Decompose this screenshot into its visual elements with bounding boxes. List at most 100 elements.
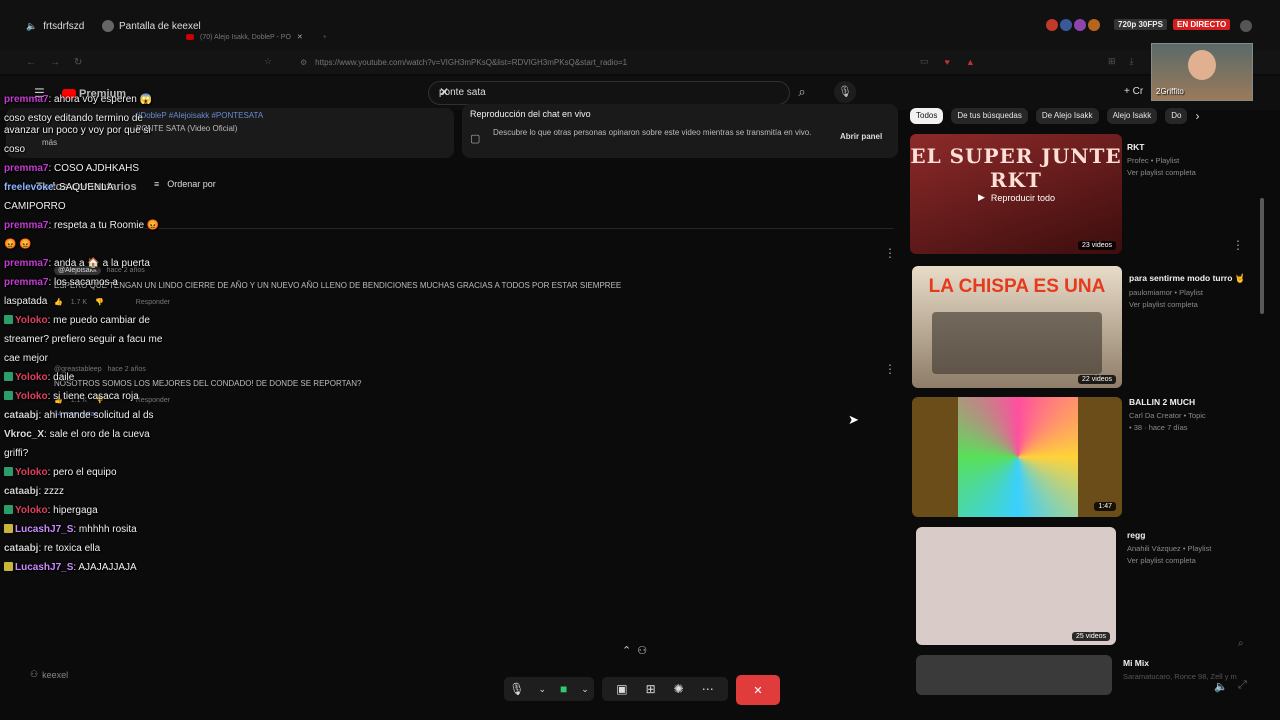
chip-alejo-isakk[interactable]: Alejo Isakk [1106, 108, 1158, 124]
chip-from-searches[interactable]: De tus búsquedas [951, 108, 1028, 124]
close-tab-icon[interactable]: ✕ [297, 33, 303, 41]
chat-icon: ▢ [470, 133, 481, 145]
download-icon[interactable]: ⤓ [1130, 56, 1134, 67]
warning-icon[interactable]: ▲ [966, 57, 975, 67]
video-thumbnail[interactable]: 1:47 [912, 397, 1122, 517]
chip-more[interactable]: Do [1165, 108, 1188, 124]
chat-username[interactable]: premma7 [4, 163, 48, 174]
playlist-title[interactable]: regg [1127, 530, 1267, 540]
mix-title[interactable]: Mi Mix [1123, 658, 1263, 668]
browser-actions: ⊞ ⤓ [1108, 56, 1134, 67]
playlist-info: regg Anahili Vázquez • Playlist Ver play… [1127, 530, 1267, 567]
fullscreen-icon[interactable]: ⤢ [1238, 679, 1247, 692]
chat-username[interactable]: LucashJ7_S [15, 524, 73, 535]
chat-username[interactable]: Yoloko [15, 315, 48, 326]
extensions-puzzle-icon[interactable]: ⊞ [1108, 56, 1116, 67]
video-count: 23 videos [1078, 241, 1116, 250]
chip-from-alejo-isakk[interactable]: De Alejo Isakk [1035, 108, 1099, 124]
toolbar-toggle[interactable]: ⌃ ⚇ [622, 644, 647, 657]
chat-message: laspatada [4, 296, 174, 308]
playlist-title[interactable]: RKT [1127, 142, 1267, 152]
share-controls: ▣ ⊞ ✺ ⋯ [602, 677, 728, 701]
back-icon[interactable]: ← [26, 57, 36, 68]
chevron-right-icon[interactable]: › [1195, 109, 1199, 123]
playlist-thumbnail[interactable]: 25 videos [916, 527, 1116, 645]
activities-icon[interactable]: ⊞ [646, 682, 656, 696]
search-button[interactable]: ⌕ [788, 81, 816, 103]
cast-icon[interactable]: ▭ [920, 56, 929, 67]
chat-text: : hipergaga [47, 505, 98, 516]
chip-all[interactable]: Todos [910, 108, 944, 124]
chat-text: : respeta a tu Roomie 😡 [48, 220, 160, 231]
user-icon: ⚇ [30, 669, 39, 679]
chat-username[interactable]: cataabj [4, 543, 38, 554]
mouse-cursor-icon: ➤ [848, 412, 859, 427]
new-tab-icon[interactable]: + [323, 34, 327, 41]
comment-item: @greastableep hace 2 años NOSOTROS SOMOS… [54, 366, 874, 418]
more-options-icon[interactable]: ⋮ [1232, 238, 1244, 252]
view-full-playlist[interactable]: Ver playlist completa [1127, 555, 1267, 567]
microphone-icon[interactable]: 🎙 [509, 682, 524, 696]
chat-username[interactable]: Yoloko [15, 372, 48, 383]
open-panel-button[interactable]: Abrir panel [840, 132, 882, 141]
chat-username[interactable]: Vkroc_X [4, 429, 44, 440]
scrollbar[interactable] [1260, 198, 1264, 314]
playlist-thumbnail[interactable]: EL SUPER JUNTE RKT ▶ Reproducir todo 23 … [910, 134, 1122, 254]
chat-username[interactable]: freelevoke [4, 182, 53, 193]
chat-username[interactable]: premma7 [4, 94, 48, 105]
chat-username[interactable]: Yoloko [15, 391, 48, 402]
chat-username[interactable]: cataabj [4, 410, 38, 421]
chat-username[interactable]: premma7 [4, 220, 48, 231]
browser-tab[interactable]: (70) Alejo Isakk, DobleP - PO ✕ + [186, 31, 327, 43]
chat-message: premma7: ahora voy esperen 😱 [4, 94, 174, 106]
soundboard-icon[interactable]: ✺ [674, 682, 684, 696]
view-full-playlist[interactable]: Ver playlist completa [1129, 299, 1269, 311]
bookmark-icon[interactable]: ☆ [264, 56, 272, 67]
comment-text: NOSOTROS SOMOS LOS MEJORES DEL CONDADO! … [54, 379, 362, 388]
create-button[interactable]: + Cr [1124, 86, 1143, 97]
view-full-playlist[interactable]: Ver playlist completa [1127, 167, 1267, 179]
settings-icon[interactable] [1240, 20, 1252, 32]
chevron-down-icon[interactable]: ⌄ [581, 684, 589, 695]
chat-username[interactable]: Yoloko [15, 467, 48, 478]
screen-share-icon[interactable]: ▣ [616, 682, 627, 696]
chat-username[interactable]: premma7 [4, 258, 48, 269]
comment-menu-icon[interactable]: ⋮ [884, 246, 896, 260]
zoom-icon[interactable]: ⌕ [1238, 638, 1244, 649]
clear-search-icon[interactable]: ✕ [439, 85, 777, 99]
chat-message: premma7: respeta a tu Roomie 😡 [4, 220, 174, 232]
chat-username[interactable]: premma7 [4, 277, 48, 288]
comment-menu-icon[interactable]: ⋮ [884, 362, 896, 376]
participants-icon[interactable]: ⚇ [637, 644, 647, 657]
voice-search-button[interactable]: 🎙 [834, 81, 856, 103]
chat-text: coso estoy editando termino de avanzar u… [4, 113, 151, 136]
playlist-thumbnail[interactable]: LA CHISPA ES UNA 22 videos [912, 266, 1122, 388]
chevron-up-icon[interactable]: ⌃ [622, 644, 631, 657]
chat-text: : pero el equipo [47, 467, 117, 478]
webcam-overlay: 2Griffito [1151, 43, 1253, 101]
chat-text: : daile [47, 372, 75, 383]
reload-icon[interactable]: ↻ [74, 57, 82, 68]
replies-toggle[interactable]: 34 respuestas [54, 411, 874, 418]
extension-icon[interactable]: ♥ [945, 57, 950, 67]
chat-message: premma7: COSO AJDHKAHS [4, 163, 174, 175]
chat-username[interactable]: cataabj [4, 486, 38, 497]
chat-text: : zzzz [38, 486, 65, 497]
chat-username[interactable]: LucashJ7_S [15, 562, 73, 573]
address-bar[interactable]: ⚙ https://www.youtube.com/watch?v=VIGH3m… [300, 55, 920, 69]
chat-badge-icon [4, 315, 13, 324]
more-options-icon[interactable]: ⋯ [702, 682, 714, 696]
playlist-title[interactable]: para sentirme modo turro 🤘 [1129, 273, 1269, 284]
video-title[interactable]: BALLIN 2 MUCH [1129, 397, 1269, 407]
chat-message: coso [4, 144, 174, 156]
chat-username[interactable]: Yoloko [15, 505, 48, 516]
camera-icon[interactable]: ■ [560, 682, 567, 696]
search-input[interactable]: ponte sata ✕ [428, 81, 790, 105]
mix-thumbnail[interactable] [916, 655, 1112, 695]
chat-text: : ahora voy esperen 😱 [48, 94, 153, 105]
chevron-down-icon[interactable]: ⌄ [538, 684, 546, 695]
volume-icon[interactable]: 🔈 [1214, 680, 1228, 693]
play-all-overlay[interactable]: ▶ Reproducir todo [978, 192, 1055, 203]
stop-stream-button[interactable]: ✕ [736, 675, 780, 705]
forward-icon[interactable]: → [50, 57, 60, 68]
